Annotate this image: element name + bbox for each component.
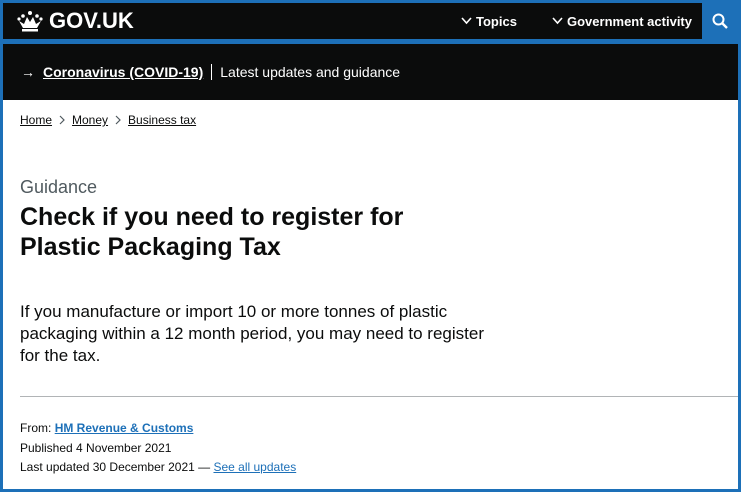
banner-divider (211, 64, 213, 80)
updated-text: Last updated 30 December 2021 — (20, 460, 211, 474)
covid-banner: → Coronavirus (COVID-19) Latest updates … (3, 44, 738, 100)
breadcrumb-business-tax[interactable]: Business tax (128, 113, 196, 127)
from-org-link[interactable]: HM Revenue & Customs (55, 421, 194, 435)
section-divider (20, 396, 738, 397)
nav-topics-label: Topics (476, 13, 517, 29)
nav-topics[interactable]: Topics (461, 3, 517, 39)
covid-link[interactable]: Coronavirus (COVID-19) (43, 64, 203, 80)
breadcrumb-home[interactable]: Home (20, 113, 52, 127)
site-header: GOV.UK Topics Government activity (3, 3, 738, 39)
govuk-logo[interactable]: GOV.UK (17, 3, 134, 39)
chevron-down-icon (461, 17, 472, 25)
meta-published: Published 4 November 2021 (20, 441, 172, 455)
page-frame: GOV.UK Topics Government activity → Coro… (3, 3, 738, 489)
nav-government-activity[interactable]: Government activity (552, 3, 692, 39)
chevron-right-icon (59, 115, 65, 125)
arrow-right-icon: → (21, 64, 35, 80)
page-caption: Guidance (20, 177, 98, 197)
logo-text: GOV.UK (49, 8, 134, 33)
see-all-updates-link[interactable]: See all updates (213, 460, 296, 474)
crown-icon (17, 11, 43, 32)
chevron-down-icon (552, 17, 563, 25)
from-label: From: (20, 421, 52, 435)
chevron-right-icon (115, 115, 121, 125)
search-icon (712, 13, 728, 29)
search-button[interactable] (702, 3, 738, 39)
page-lead: If you manufacture or import 10 or more … (20, 302, 484, 365)
page-title: Check if you need to register for Plasti… (20, 203, 404, 261)
breadcrumb: Home Money Business tax (20, 113, 196, 127)
banner-text: Latest updates and guidance (220, 64, 401, 80)
meta-from: From: HM Revenue & Customs (20, 421, 193, 435)
meta-updated: Last updated 30 December 2021 — See all … (20, 460, 296, 474)
nav-government-activity-label: Government activity (567, 13, 692, 29)
breadcrumb-money[interactable]: Money (72, 113, 108, 127)
